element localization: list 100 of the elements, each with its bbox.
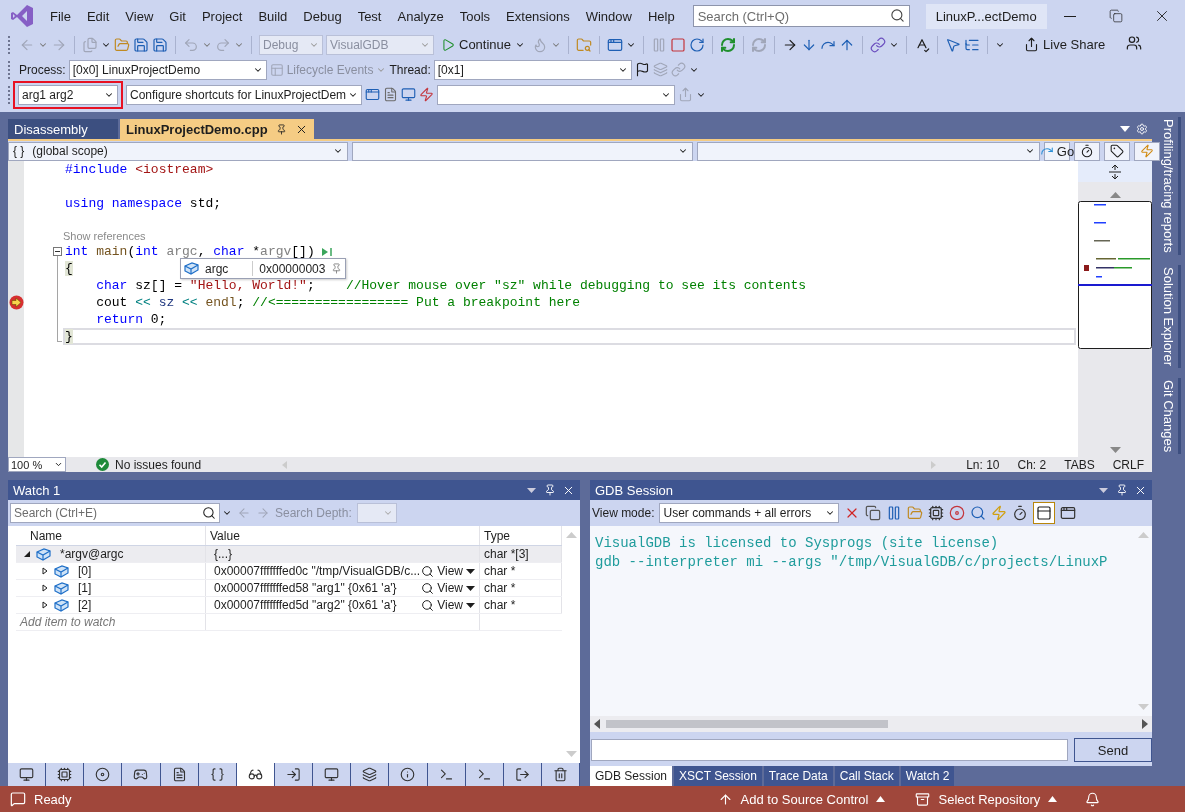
watch-row[interactable]: [1] 0x00007fffffffed58 "arg1" {0x61 'a'} View char *: [16, 580, 562, 597]
settings-icon[interactable]: [1136, 123, 1148, 135]
panel-tab[interactable]: Watch 2: [900, 766, 955, 786]
view-button[interactable]: View: [421, 564, 475, 578]
caret-icon[interactable]: [1025, 146, 1035, 156]
panel-tab[interactable]: XSCT Session: [674, 766, 762, 786]
column-header[interactable]: Value: [206, 526, 480, 545]
cursor-icon[interactable]: [945, 36, 962, 53]
view-button[interactable]: View: [421, 581, 475, 595]
menu-item[interactable]: Test: [349, 4, 390, 28]
caret-icon[interactable]: [333, 146, 343, 156]
bell-icon[interactable]: [1085, 791, 1101, 807]
collapse-icon[interactable]: [53, 247, 62, 256]
caret-icon[interactable]: [466, 585, 475, 591]
source-control-button[interactable]: Add to Source Control: [740, 791, 869, 807]
window-icon[interactable]: [607, 36, 624, 53]
add-watch-field[interactable]: Add item to watch: [16, 614, 206, 630]
menu-item[interactable]: Help: [639, 4, 683, 28]
tool-window-button[interactable]: [8, 763, 47, 786]
flag-icon[interactable]: [634, 62, 650, 77]
tool-window-button[interactable]: [198, 763, 237, 786]
issues-status[interactable]: No issues found: [115, 457, 202, 472]
show-references-link[interactable]: Show references: [63, 230, 146, 242]
scrollbar-thumb[interactable]: [606, 720, 888, 728]
timer-icon[interactable]: [1012, 505, 1029, 521]
collapse-arrow-icon[interactable]: [24, 550, 31, 558]
save-all-icon[interactable]: [152, 36, 168, 53]
document-tab[interactable]: Disassembly: [8, 119, 118, 139]
toggle-button[interactable]: [1033, 502, 1056, 524]
pin-icon[interactable]: [1116, 484, 1128, 496]
watch-row[interactable]: *argv@argc {...} char *[3]: [16, 546, 562, 563]
search-field[interactable]: Search (Ctrl+Q): [692, 5, 910, 27]
caret-icon[interactable]: [466, 602, 475, 608]
column-header[interactable]: Name: [16, 526, 206, 545]
caret-icon[interactable]: [1048, 796, 1058, 802]
expand-arrow-icon[interactable]: [42, 584, 49, 592]
watch-row[interactable]: [2] 0x00007fffffffed5d "arg2" {0x61 'a'} View char *: [16, 597, 562, 614]
caret-icon[interactable]: [222, 508, 232, 518]
caret-icon[interactable]: [54, 460, 63, 469]
tool-window-button[interactable]: [46, 763, 85, 786]
view-button[interactable]: View: [421, 598, 475, 612]
live-share-button[interactable]: Live Share: [1020, 34, 1110, 55]
toolbar-grip[interactable]: [8, 85, 12, 104]
save-icon[interactable]: [133, 36, 149, 53]
pin-icon[interactable]: [275, 123, 287, 135]
tool-window-button[interactable]: [84, 763, 123, 786]
command-input[interactable]: [591, 739, 1068, 761]
caret-icon[interactable]: [466, 568, 475, 574]
tool-window-button[interactable]: [275, 763, 314, 786]
search-icon[interactable]: [421, 598, 435, 612]
arguments-dropdown[interactable]: arg1 arg2: [18, 84, 118, 105]
panel-tab[interactable]: GDB Session: [590, 766, 673, 786]
side-tab[interactable]: Git Changes: [1159, 377, 1181, 454]
watch-search-field[interactable]: Search (Ctrl+E): [10, 503, 220, 523]
caret-icon[interactable]: [876, 796, 886, 802]
menu-item[interactable]: Debug: [295, 4, 350, 28]
tool-window-button[interactable]: [503, 763, 542, 786]
logo-icon[interactable]: [10, 4, 34, 28]
tool-window-button[interactable]: [351, 763, 390, 786]
minimap-drawing[interactable]: [1078, 201, 1152, 349]
pin-icon[interactable]: [331, 263, 343, 274]
panel-tab[interactable]: Call Stack: [834, 766, 899, 786]
menu-item[interactable]: Tools: [451, 4, 499, 28]
tag-button[interactable]: [1104, 141, 1130, 161]
view-mode-dropdown[interactable]: User commands + all errors: [659, 503, 840, 523]
restart-icon[interactable]: [689, 36, 706, 53]
new-window-icon[interactable]: [1060, 505, 1077, 521]
tool-window-button[interactable]: [389, 763, 428, 786]
menu-item[interactable]: Edit: [78, 4, 118, 28]
tool-window-button[interactable]: [313, 763, 352, 786]
timer-button[interactable]: [1074, 141, 1100, 161]
run-to-click-icon[interactable]: [320, 246, 333, 257]
send-button[interactable]: Send: [1074, 738, 1152, 762]
search-icon[interactable]: [421, 581, 435, 595]
panel-tab[interactable]: Trace Data: [763, 766, 833, 786]
expand-arrow-icon[interactable]: [42, 601, 49, 609]
tool-window-button[interactable]: [541, 763, 581, 786]
line-ending[interactable]: CRLF: [1112, 457, 1144, 472]
menu-item[interactable]: Window: [577, 4, 640, 28]
tool-window-button[interactable]: [427, 763, 466, 786]
tool-window-button[interactable]: [160, 763, 199, 786]
document-tab[interactable]: LinuxProjectDemo.cpp: [120, 119, 314, 139]
spell-check-icon[interactable]: [914, 36, 931, 53]
menu-item[interactable]: Analyze: [389, 4, 452, 28]
continue-button[interactable]: Continue: [437, 34, 530, 55]
menu-item[interactable]: Build: [250, 4, 296, 28]
caret-icon[interactable]: [825, 508, 836, 518]
record-icon[interactable]: [949, 505, 966, 521]
scroll-right-icon[interactable]: [1142, 719, 1148, 729]
caret-icon[interactable]: [678, 146, 688, 156]
tool-window-button[interactable]: [122, 763, 161, 786]
pin-icon[interactable]: [544, 484, 556, 496]
menu-item[interactable]: Git: [161, 4, 194, 28]
link-icon[interactable]: [870, 36, 887, 53]
process-dropdown[interactable]: [0x0] LinuxProjectDemo: [68, 59, 267, 80]
zoom-dropdown[interactable]: 100 %: [8, 457, 66, 472]
refresh-icon[interactable]: [720, 36, 737, 53]
chip-icon[interactable]: [928, 505, 945, 521]
tool-window-button[interactable]: [465, 763, 504, 786]
search-icon[interactable]: [202, 506, 216, 520]
